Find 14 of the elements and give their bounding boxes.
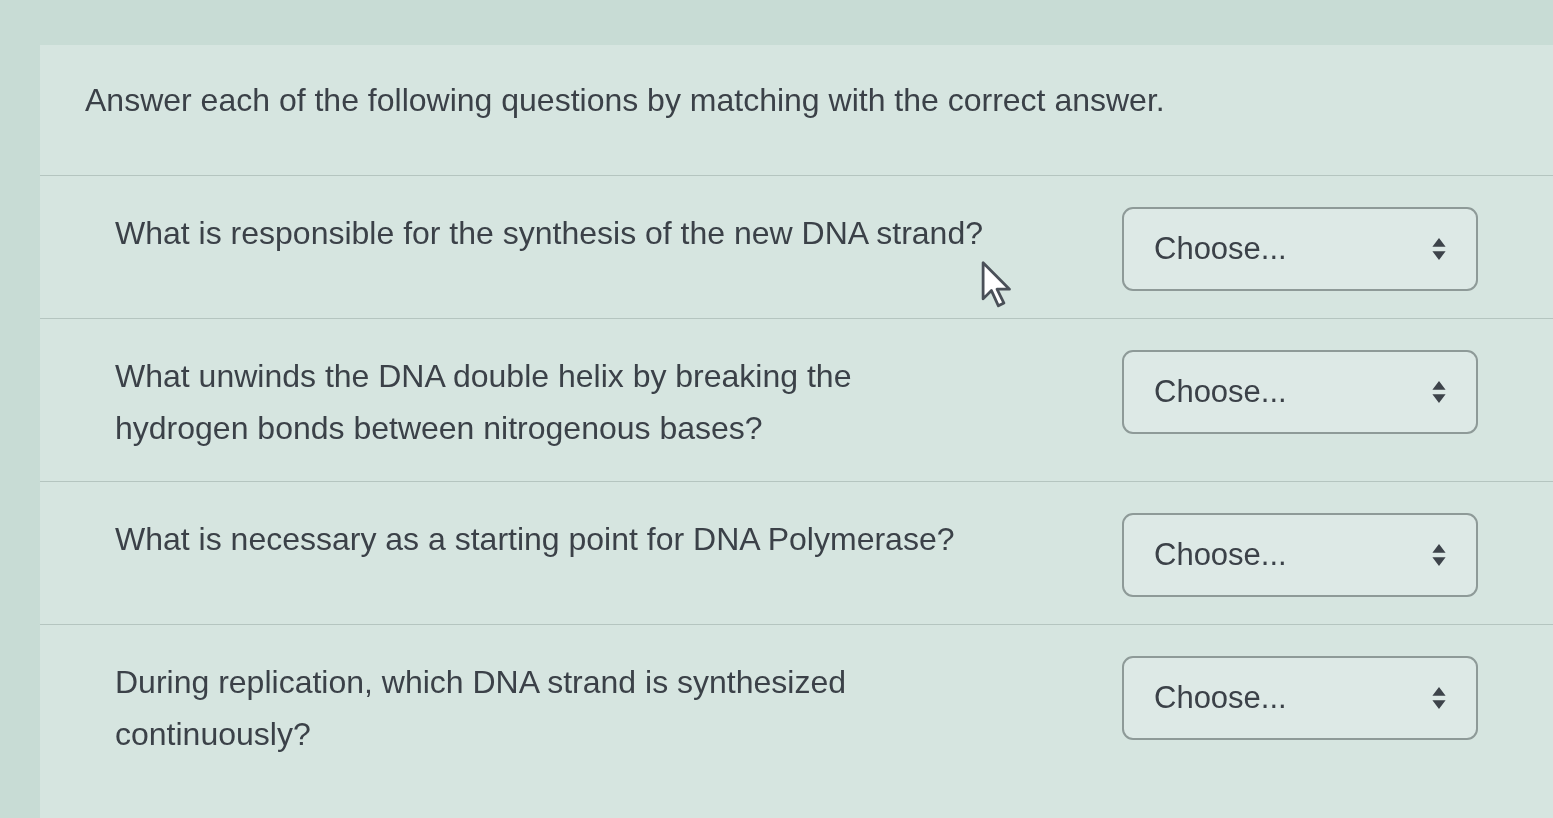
question-text: What unwinds the DNA double helix by breaking the hydrogen bonds between nitrogenous bases? [115, 357, 853, 448]
up-down-arrows-icon [1432, 687, 1446, 709]
question-text: What is necessary as a starting point for DNA Polymerase? [115, 520, 955, 559]
instructions-text: Answer each of the following questions by matching with the correct answer. [85, 81, 1165, 120]
answer-dropdown[interactable]: Choose... [1122, 350, 1478, 434]
mouse-pointer-icon [980, 260, 1014, 310]
up-down-arrows-icon [1432, 544, 1446, 566]
question-text: During replication, which DNA strand is synthesized continuously? [115, 663, 847, 754]
question-text: What is responsible for the synthesis of the new DNA strand? [115, 214, 983, 253]
answer-dropdown[interactable]: Choose... [1122, 207, 1478, 291]
up-down-arrows-icon [1432, 238, 1446, 260]
answer-dropdown[interactable]: Choose... [1122, 656, 1478, 740]
answer-dropdown[interactable]: Choose... [1122, 513, 1478, 597]
up-down-arrows-icon [1432, 381, 1446, 403]
